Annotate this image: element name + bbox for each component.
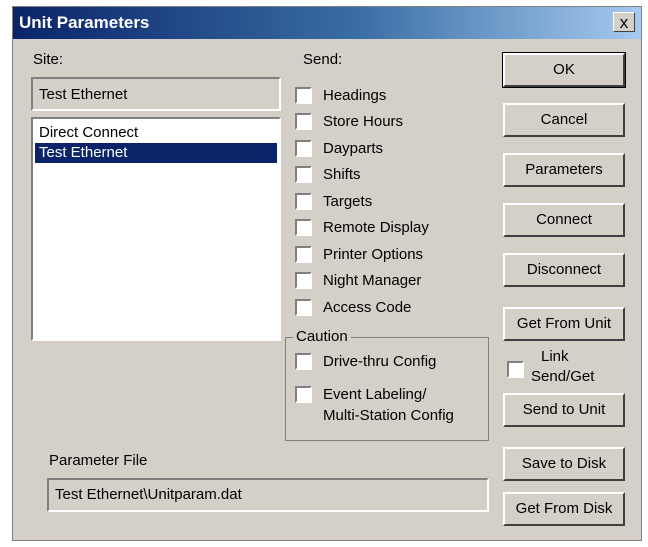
send-to-unit-button[interactable]: Send to Unit bbox=[503, 393, 625, 427]
get-from-disk-button[interactable]: Get From Disk bbox=[503, 492, 625, 526]
cancel-button[interactable]: Cancel bbox=[503, 103, 625, 137]
targets-label: Targets bbox=[323, 193, 373, 210]
parameters-button[interactable]: Parameters bbox=[503, 153, 625, 187]
site-label: Site: bbox=[33, 51, 64, 68]
printer-options-checkbox[interactable] bbox=[295, 246, 312, 263]
title-bar[interactable]: Unit Parameters x bbox=[13, 7, 641, 39]
site-field: Test Ethernet bbox=[31, 77, 281, 111]
parameter-file-value: Test Ethernet\Unitparam.dat bbox=[55, 486, 242, 503]
unit-parameters-dialog: Unit Parameters x Site: Test Ethernet Di… bbox=[12, 6, 642, 541]
shifts-label: Shifts bbox=[323, 166, 361, 183]
parameter-file-label: Parameter File bbox=[49, 452, 148, 469]
site-list-item-direct-connect[interactable]: Direct Connect bbox=[35, 123, 277, 143]
disconnect-button[interactable]: Disconnect bbox=[503, 253, 625, 287]
dayparts-checkbox[interactable] bbox=[295, 140, 312, 157]
link-label-line2: Send/Get bbox=[531, 368, 595, 385]
dayparts-label: Dayparts bbox=[323, 140, 384, 157]
night-manager-label: Night Manager bbox=[323, 272, 422, 289]
store-hours-checkbox[interactable] bbox=[295, 113, 312, 130]
parameter-file-field[interactable]: Test Ethernet\Unitparam.dat bbox=[47, 478, 489, 512]
link-send-get-checkbox[interactable] bbox=[507, 361, 524, 378]
night-manager-checkbox[interactable] bbox=[295, 272, 312, 289]
targets-checkbox[interactable] bbox=[295, 193, 312, 210]
printer-options-label: Printer Options bbox=[323, 246, 424, 263]
caution-label: Caution bbox=[293, 328, 351, 345]
access-code-label: Access Code bbox=[323, 299, 412, 316]
headings-label: Headings bbox=[323, 87, 387, 104]
shifts-checkbox[interactable] bbox=[295, 166, 312, 183]
link-label-line1: Link bbox=[541, 348, 569, 365]
event-labeling-label-line2: Multi-Station Config bbox=[323, 407, 454, 424]
store-hours-label: Store Hours bbox=[323, 113, 404, 130]
window-title: Unit Parameters bbox=[19, 13, 150, 32]
save-to-disk-button[interactable]: Save to Disk bbox=[503, 447, 625, 481]
headings-checkbox[interactable] bbox=[295, 87, 312, 104]
access-code-checkbox[interactable] bbox=[295, 299, 312, 316]
get-from-unit-button[interactable]: Get From Unit bbox=[503, 307, 625, 341]
site-listbox[interactable]: Direct Connect Test Ethernet bbox=[31, 117, 281, 341]
ok-button[interactable]: OK bbox=[502, 52, 626, 88]
send-label: Send: bbox=[303, 51, 343, 68]
event-labeling-checkbox[interactable] bbox=[295, 386, 312, 403]
close-button[interactable]: x bbox=[613, 12, 635, 32]
drive-thru-config-label: Drive-thru Config bbox=[323, 353, 437, 370]
site-field-value: Test Ethernet bbox=[39, 86, 128, 103]
event-labeling-label-line1: Event Labeling/ bbox=[323, 386, 427, 403]
connect-button[interactable]: Connect bbox=[503, 203, 625, 237]
drive-thru-config-checkbox[interactable] bbox=[295, 353, 312, 370]
site-list-item-test-ethernet[interactable]: Test Ethernet bbox=[35, 143, 277, 163]
remote-display-checkbox[interactable] bbox=[295, 219, 312, 236]
remote-display-label: Remote Display bbox=[323, 219, 429, 236]
